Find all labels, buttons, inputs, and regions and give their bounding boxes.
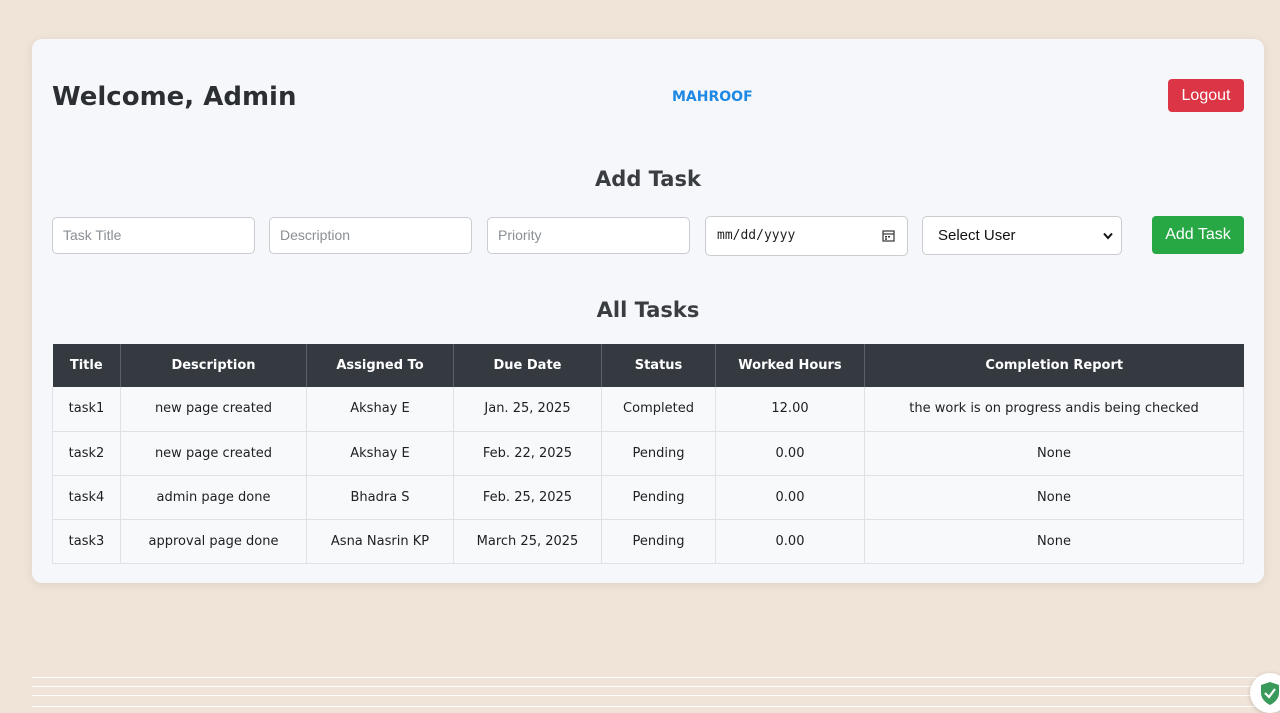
priority-input[interactable]: Priority	[487, 217, 690, 254]
cell-status: Completed	[601, 387, 716, 432]
divider	[32, 686, 1280, 687]
col-assigned-to: Assigned To	[306, 344, 454, 387]
task-title-input[interactable]: Task Title	[52, 217, 255, 254]
cell-worked-hours: 0.00	[715, 475, 865, 520]
col-description: Description	[120, 344, 307, 387]
table-header-row: Title Description Assigned To Due Date S…	[52, 344, 1244, 387]
cell-completion-report: None	[864, 519, 1244, 564]
calendar-icon[interactable]	[882, 229, 895, 242]
cell-description: admin page done	[120, 475, 307, 520]
page-title: Welcome, Admin	[52, 82, 297, 112]
divider	[32, 695, 1280, 696]
all-tasks-heading: All Tasks	[596, 298, 700, 322]
add-task-button[interactable]: Add Task	[1152, 216, 1244, 254]
table-row: task1 new page created Akshay E Jan. 25,…	[52, 387, 1244, 432]
cell-status: Pending	[601, 431, 716, 476]
logout-button[interactable]: Logout	[1168, 79, 1244, 112]
col-title: Title	[52, 344, 121, 387]
col-due-date: Due Date	[453, 344, 602, 387]
cell-description: approval page done	[120, 519, 307, 564]
cell-due-date: Feb. 25, 2025	[453, 475, 602, 520]
date-placeholder: mm/dd/yyyy	[717, 228, 796, 243]
description-input[interactable]: Description	[269, 217, 472, 254]
cell-description: new page created	[120, 431, 307, 476]
cell-completion-report: the work is on progress andis being chec…	[864, 387, 1244, 432]
select-user-label: Select User	[938, 227, 1016, 244]
shield-icon-svg	[1261, 682, 1279, 705]
cell-due-date: March 25, 2025	[453, 519, 602, 564]
tasks-table: Title Description Assigned To Due Date S…	[52, 344, 1244, 564]
cell-title: task2	[52, 431, 121, 476]
divider	[32, 677, 1280, 678]
cell-worked-hours: 0.00	[715, 431, 865, 476]
cell-assigned-to: Akshay E	[306, 431, 454, 476]
col-worked-hours: Worked Hours	[715, 344, 865, 387]
cell-due-date: Jan. 25, 2025	[453, 387, 602, 432]
cell-assigned-to: Akshay E	[306, 387, 454, 432]
cell-status: Pending	[601, 475, 716, 520]
table-row: task4 admin page done Bhadra S Feb. 25, …	[52, 475, 1244, 520]
cell-description: new page created	[120, 387, 307, 432]
cell-status: Pending	[601, 519, 716, 564]
select-user-dropdown[interactable]: Select User	[922, 216, 1122, 255]
cell-title: task3	[52, 519, 121, 564]
admin-card: Welcome, Admin MAHROOF Logout Add Task T…	[32, 39, 1264, 583]
cell-worked-hours: 12.00	[715, 387, 865, 432]
cell-due-date: Feb. 22, 2025	[453, 431, 602, 476]
cell-title: task4	[52, 475, 121, 520]
background-decoration	[32, 677, 1280, 713]
col-completion-report: Completion Report	[864, 344, 1244, 387]
cell-completion-report: None	[864, 475, 1244, 520]
cell-completion-report: None	[864, 431, 1244, 476]
table-row: task2 new page created Akshay E Feb. 22,…	[52, 431, 1244, 476]
due-date-input[interactable]: mm/dd/yyyy	[705, 216, 908, 256]
add-task-heading: Add Task	[595, 167, 701, 191]
chevron-down-icon	[1103, 232, 1113, 240]
divider	[32, 706, 1280, 707]
table-row: task3 approval page done Asna Nasrin KP …	[52, 519, 1244, 564]
header: Welcome, Admin MAHROOF Logout	[52, 79, 1244, 115]
cell-assigned-to: Asna Nasrin KP	[306, 519, 454, 564]
cell-title: task1	[52, 387, 121, 432]
brand-link[interactable]: MAHROOF	[672, 87, 753, 107]
col-status: Status	[601, 344, 716, 387]
cell-assigned-to: Bhadra S	[306, 475, 454, 520]
cell-worked-hours: 0.00	[715, 519, 865, 564]
shield-icon[interactable]	[1250, 673, 1280, 713]
